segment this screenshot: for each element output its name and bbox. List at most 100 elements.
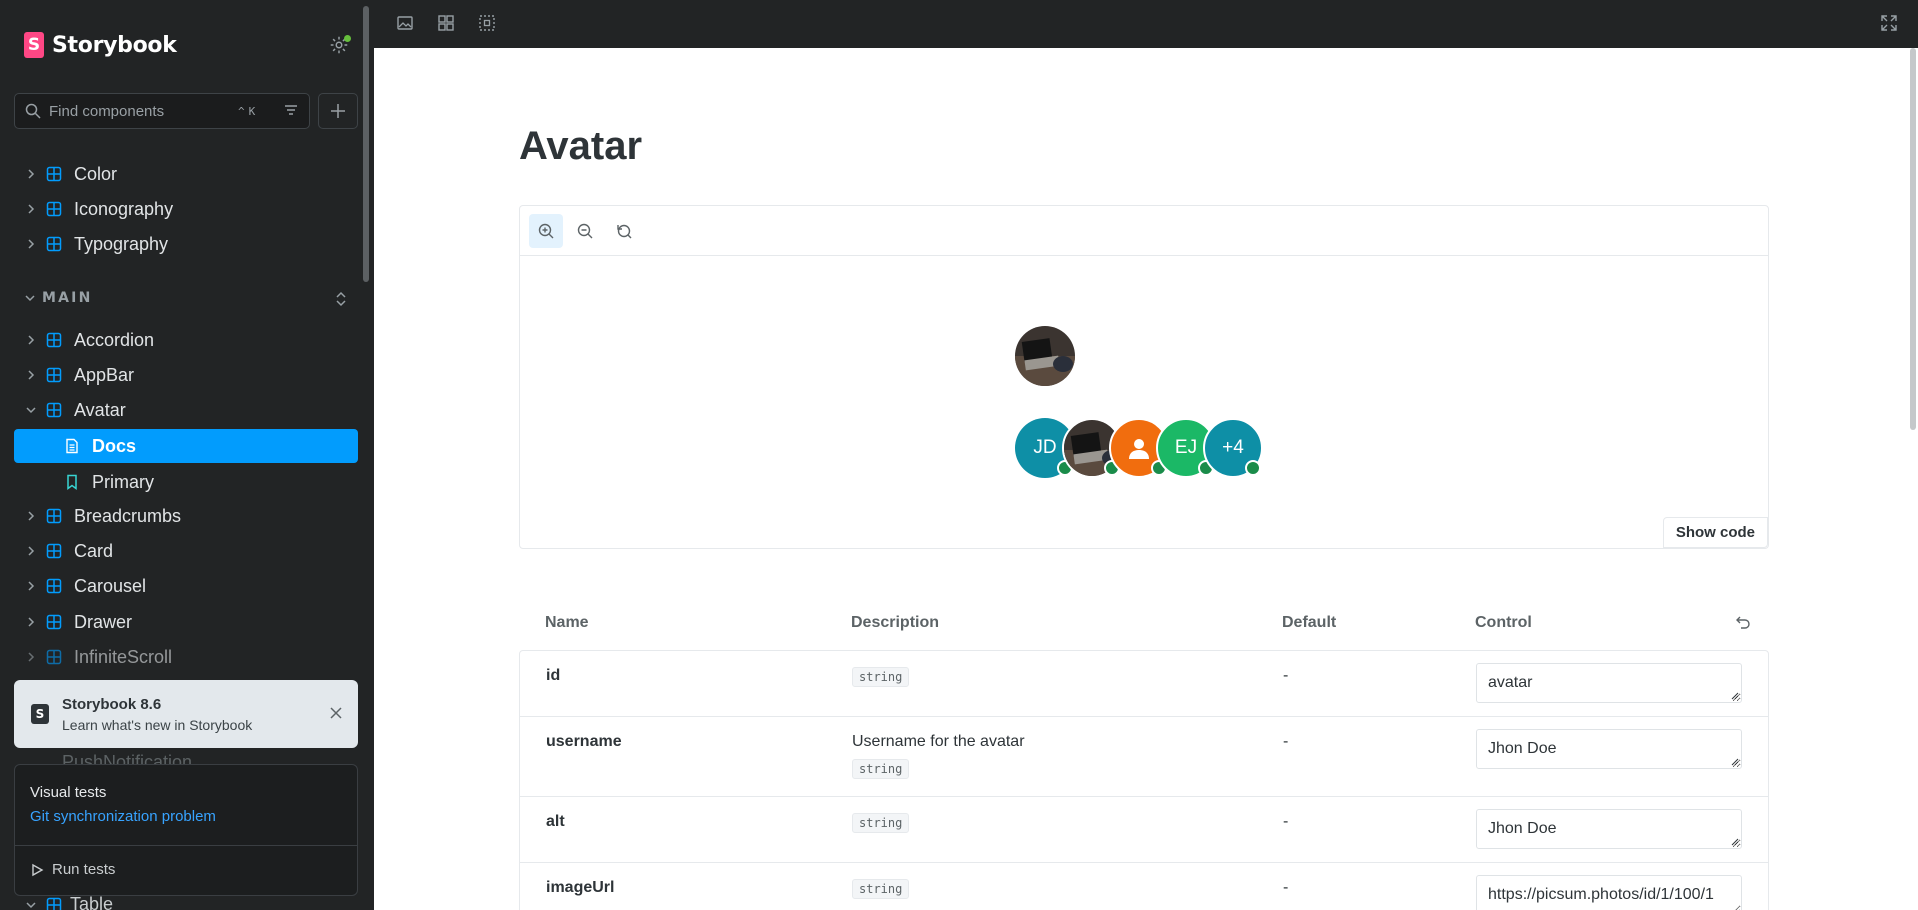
show-code-button[interactable]: Show code [1662, 517, 1768, 548]
control-value: avatar [1488, 674, 1533, 691]
zoom-out-button[interactable] [568, 214, 602, 248]
filter-button[interactable] [283, 102, 299, 118]
sidebar-item-avatar-primary[interactable]: Primary [14, 466, 358, 498]
zoom-in-button[interactable] [529, 214, 563, 248]
story-preview: JD EJ +4 Show code [519, 205, 1769, 549]
arg-description: Username for the avatar string [852, 733, 1025, 779]
sidebar-item-breadcrumbs[interactable]: Breadcrumbs [14, 500, 358, 532]
table-row: alt string - Jhon Doe [520, 797, 1768, 863]
fullscreen-button[interactable] [1880, 14, 1900, 34]
arg-default: - [1283, 879, 1289, 896]
document-icon [66, 438, 78, 454]
sidebar-item-drawer[interactable]: Drawer [14, 606, 358, 638]
sidebar-scrollbar[interactable] [363, 6, 369, 282]
bookmark-icon [67, 474, 77, 490]
sidebar-item-typography[interactable]: Typography [14, 228, 358, 260]
sidebar-item-infinitescroll[interactable]: InfiniteScroll [14, 641, 358, 673]
chevron-right-icon [28, 581, 35, 591]
image-icon [397, 16, 413, 30]
sidebar-item-label: Docs [92, 435, 137, 456]
type-badge: string [852, 759, 910, 779]
sidebar-item-card[interactable]: Card [14, 535, 358, 567]
chevron-right-icon [28, 370, 35, 380]
update-indicator [344, 35, 351, 42]
control-input-id[interactable]: avatar [1476, 663, 1742, 703]
sidebar-item-carousel[interactable]: Carousel [14, 570, 358, 602]
outline-toggle-button[interactable] [478, 14, 498, 34]
sidebar-item-label: Avatar [74, 399, 126, 420]
arg-default: - [1283, 813, 1289, 830]
zoom-out-icon [577, 223, 593, 239]
chevron-right-icon [28, 617, 35, 627]
divider [15, 845, 357, 846]
chevron-right-icon [28, 169, 35, 179]
arg-default: - [1283, 733, 1289, 750]
sidebar-item-table[interactable]: Table [24, 894, 113, 910]
close-notification-button[interactable] [328, 705, 344, 721]
grid-toggle-button[interactable] [437, 14, 457, 34]
reset-controls-button[interactable] [1735, 614, 1751, 630]
search-box[interactable]: ^ K [14, 93, 310, 129]
sidebar-item-accordion[interactable]: Accordion [14, 324, 358, 356]
filter-icon [285, 105, 297, 115]
resize-grip-icon[interactable] [1731, 838, 1739, 846]
component-icon [46, 614, 62, 630]
args-table-body: id string - avatar username Username for… [519, 650, 1769, 910]
chevron-right-icon [28, 335, 35, 345]
type-badge: string [852, 879, 910, 899]
sidebar-item-iconography[interactable]: Iconography [14, 193, 358, 225]
shortcut-ctrl: ^ [238, 104, 245, 118]
chevron-down-icon [25, 295, 35, 302]
search-icon [25, 103, 41, 119]
sidebar-item-label: Accordion [74, 329, 155, 350]
sidebar-item-label: Drawer [74, 611, 133, 632]
run-tests-button[interactable]: Run tests [30, 861, 115, 878]
storybook-logo[interactable]: S Storybook [24, 32, 177, 58]
control-input-username[interactable]: Jhon Doe [1476, 729, 1742, 769]
search-input[interactable] [49, 102, 234, 120]
sidebar-item-appbar[interactable]: AppBar [14, 359, 358, 391]
sidebar-item-color[interactable]: Color [14, 158, 358, 190]
create-story-button[interactable] [318, 93, 358, 129]
resize-grip-icon[interactable] [1731, 758, 1739, 766]
sidebar-item-avatar-docs[interactable]: Docs [14, 429, 358, 463]
online-status-dot [1245, 460, 1261, 476]
zoom-reset-button[interactable] [607, 214, 641, 248]
component-icon [46, 649, 62, 665]
arg-name: alt [546, 813, 565, 830]
testing-panel: Visual tests Git synchronization problem… [14, 764, 358, 896]
chevron-down-icon [26, 901, 36, 908]
chevron-down-icon [26, 407, 36, 414]
plus-icon [331, 104, 345, 118]
whats-new-notification[interactable]: S Storybook 8.6 Learn what's new in Stor… [14, 680, 358, 748]
component-icon [46, 578, 62, 594]
component-icon [46, 402, 62, 418]
undo-icon [1736, 616, 1750, 629]
chevron-right-icon [28, 204, 35, 214]
arg-description: string [852, 813, 910, 833]
zoom-in-icon [538, 223, 554, 239]
settings-button[interactable] [328, 34, 352, 58]
component-icon [46, 897, 62, 910]
expand-collapse-button[interactable] [333, 290, 349, 308]
chevron-right-icon [28, 652, 35, 662]
notification-title: Storybook 8.6 [62, 696, 162, 713]
table-row: username Username for the avatar string … [520, 717, 1768, 797]
app-name: Storybook [52, 32, 177, 58]
component-icon [46, 367, 62, 383]
section-header-main[interactable]: MAIN [24, 290, 93, 306]
sidebar-item-label: Iconography [74, 198, 174, 219]
preview-toolbar [374, 0, 1918, 48]
main-scrollbar[interactable] [1910, 48, 1916, 430]
arg-description-text: Username for the avatar [852, 733, 1025, 750]
sidebar-item-avatar[interactable]: Avatar [14, 394, 358, 426]
play-icon [32, 863, 44, 876]
control-input-imageurl[interactable]: https://picsum.photos/id/1/100/1 [1476, 875, 1742, 910]
component-icon [46, 236, 62, 252]
git-sync-problem-link[interactable]: Git synchronization problem [30, 808, 216, 825]
background-toggle-button[interactable] [396, 14, 416, 34]
resize-grip-icon[interactable] [1731, 692, 1739, 700]
control-input-alt[interactable]: Jhon Doe [1476, 809, 1742, 849]
control-value: Jhon Doe [1488, 740, 1557, 757]
notification-subtitle: Learn what's new in Storybook [62, 717, 253, 733]
